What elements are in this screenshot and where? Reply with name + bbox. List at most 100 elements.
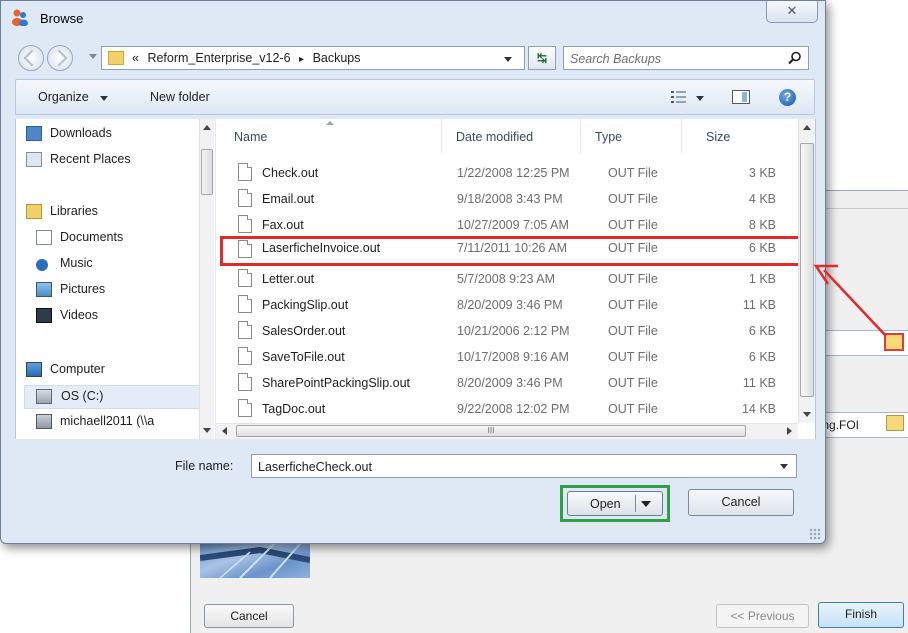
pictures-icon	[36, 282, 52, 297]
scroll-down-icon[interactable]	[203, 428, 211, 433]
folder-open-icon[interactable]	[884, 333, 904, 351]
scroll-up-icon[interactable]	[803, 125, 811, 130]
organize-menu[interactable]: Organize	[38, 90, 89, 104]
file-row[interactable]: SaveToFile.out 10/17/2008 9:16 AM OUT Fi…	[228, 345, 798, 369]
nav-item-os-c[interactable]: OS (C:)	[24, 385, 210, 409]
navigation-scrollbar[interactable]	[199, 119, 214, 439]
column-header-label: Type	[595, 130, 623, 144]
file-row[interactable]: SharePointPackingSlip.out 8/20/2009 3:46…	[228, 371, 798, 395]
breadcrumb-separator-icon[interactable]: ▸	[299, 54, 304, 65]
wizard-previous-button[interactable]: << Previous	[716, 604, 809, 628]
view-details-icon[interactable]	[671, 90, 687, 104]
preview-pane-icon[interactable]	[732, 90, 750, 104]
close-button[interactable]: ✕	[766, 1, 818, 23]
file-type: OUT File	[608, 350, 658, 364]
file-date: 10/21/2006 2:12 PM	[457, 324, 570, 338]
file-icon	[238, 347, 252, 365]
search-box[interactable]	[563, 46, 809, 70]
file-row[interactable]: SalesOrder.out 10/21/2006 2:12 PM OUT Fi…	[228, 319, 798, 343]
file-date: 8/20/2009 3:46 PM	[457, 376, 563, 390]
column-header-size[interactable]: Size	[682, 119, 782, 153]
column-header-name[interactable]: Name	[216, 119, 442, 153]
file-name: Letter.out	[262, 272, 315, 286]
scroll-thumb[interactable]	[201, 149, 213, 195]
resize-grip-icon[interactable]	[809, 528, 821, 540]
scroll-thumb[interactable]: III	[236, 425, 746, 437]
help-icon[interactable]: ?	[779, 89, 796, 106]
file-name: TagDoc.out	[262, 402, 326, 416]
file-size: 11 KB	[742, 298, 776, 312]
scroll-thumb[interactable]	[800, 143, 814, 397]
new-folder-button[interactable]: New folder	[150, 90, 210, 104]
open-chevron-down-icon[interactable]	[641, 501, 651, 507]
folder-icon	[108, 51, 124, 65]
file-type: OUT File	[608, 241, 658, 255]
command-toolbar: Organize New folder ?	[15, 79, 815, 115]
file-size: 4 KB	[748, 192, 776, 206]
back-button[interactable]	[18, 45, 44, 71]
address-dropdown-icon[interactable]	[504, 57, 512, 62]
column-header-label: Name	[234, 130, 268, 144]
file-row[interactable]: TagDoc.out 9/22/2008 12:02 PM OUT File 1…	[228, 397, 798, 421]
address-bar[interactable]: « Reform_Enterprise_v12-6 ▸ Backups	[101, 46, 525, 70]
file-row-highlighted[interactable]: LaserficheInvoice.out 7/11/2011 10:26 AM…	[220, 236, 802, 266]
nav-item-label: OS (C:)	[61, 389, 104, 403]
file-type: OUT File	[608, 192, 658, 206]
folder-browse-icon[interactable]	[886, 415, 904, 431]
breadcrumb: « Reform_Enterprise_v12-6 ▸ Backups	[132, 51, 361, 65]
libraries-icon	[26, 204, 42, 219]
column-header-label: Date modified	[456, 130, 534, 144]
nav-item-label: Videos	[60, 308, 98, 322]
search-input[interactable]	[568, 49, 782, 69]
scroll-left-icon[interactable]	[222, 427, 227, 435]
file-type: OUT File	[608, 298, 658, 312]
breadcrumb-item-current[interactable]: Backups	[313, 51, 361, 65]
file-name: SharePointPackingSlip.out	[262, 376, 411, 390]
file-name-input[interactable]	[256, 458, 760, 476]
search-icon[interactable]	[788, 51, 802, 65]
nav-item-label: Computer	[50, 362, 105, 376]
column-header-type[interactable]: Type	[581, 119, 682, 153]
cancel-button[interactable]: Cancel	[688, 489, 794, 516]
file-name-combobox[interactable]	[251, 454, 797, 478]
recent-pages-chevron-down-icon[interactable]	[89, 54, 97, 59]
nav-item-label: Pictures	[60, 282, 106, 296]
breadcrumb-item-root[interactable]: Reform_Enterprise_v12-6	[147, 51, 290, 65]
refresh-button[interactable]: ↹	[528, 46, 556, 70]
close-icon: ✕	[786, 3, 798, 18]
file-row[interactable]: PackingSlip.out 8/20/2009 3:46 PM OUT Fi…	[228, 293, 798, 317]
file-type: OUT File	[608, 402, 658, 416]
file-row[interactable]: Fax.out 10/27/2009 7:05 AM OUT File 8 KB	[228, 213, 798, 237]
scroll-down-icon[interactable]	[803, 412, 811, 417]
file-name-chevron-down-icon[interactable]	[780, 464, 788, 469]
column-header-label: Size	[706, 130, 731, 144]
file-icon	[238, 189, 252, 207]
file-list-horizontal-scrollbar[interactable]: III	[216, 423, 798, 439]
file-date: 5/7/2008 9:23 AM	[457, 272, 555, 286]
view-chevron-down-icon[interactable]	[696, 96, 704, 101]
forward-button[interactable]	[47, 45, 73, 71]
file-date: 9/22/2008 12:02 PM	[457, 402, 570, 416]
scroll-up-icon[interactable]	[203, 125, 211, 130]
open-button[interactable]: Open	[567, 491, 663, 516]
organize-chevron-down-icon[interactable]	[100, 96, 108, 101]
sort-ascending-icon	[326, 121, 334, 125]
open-button-highlight: Open	[560, 485, 670, 522]
file-icon	[238, 399, 252, 417]
scroll-right-icon[interactable]	[787, 427, 792, 435]
file-name: LaserficheInvoice.out	[262, 241, 381, 255]
file-row[interactable]: Letter.out 5/7/2008 9:23 AM OUT File 1 K…	[228, 267, 798, 291]
file-date: 1/22/2008 12:25 PM	[457, 166, 570, 180]
file-icon	[238, 240, 252, 258]
file-list-vertical-scrollbar[interactable]	[798, 119, 815, 423]
file-row[interactable]: Check.out 1/22/2008 12:25 PM OUT File 3 …	[228, 161, 798, 185]
wizard-cancel-button[interactable]: Cancel	[204, 604, 294, 628]
title-bar: Browse ✕	[1, 1, 825, 37]
column-header-date[interactable]: Date modified	[442, 119, 581, 153]
wizard-finish-button[interactable]: Finish	[818, 602, 904, 628]
file-icon	[238, 163, 252, 181]
breadcrumb-overflow[interactable]: «	[132, 51, 139, 65]
file-name: SaveToFile.out	[262, 350, 345, 364]
file-row[interactable]: Email.out 9/18/2008 3:43 PM OUT File 4 K…	[228, 187, 798, 211]
refresh-icon: ↹	[536, 51, 548, 65]
